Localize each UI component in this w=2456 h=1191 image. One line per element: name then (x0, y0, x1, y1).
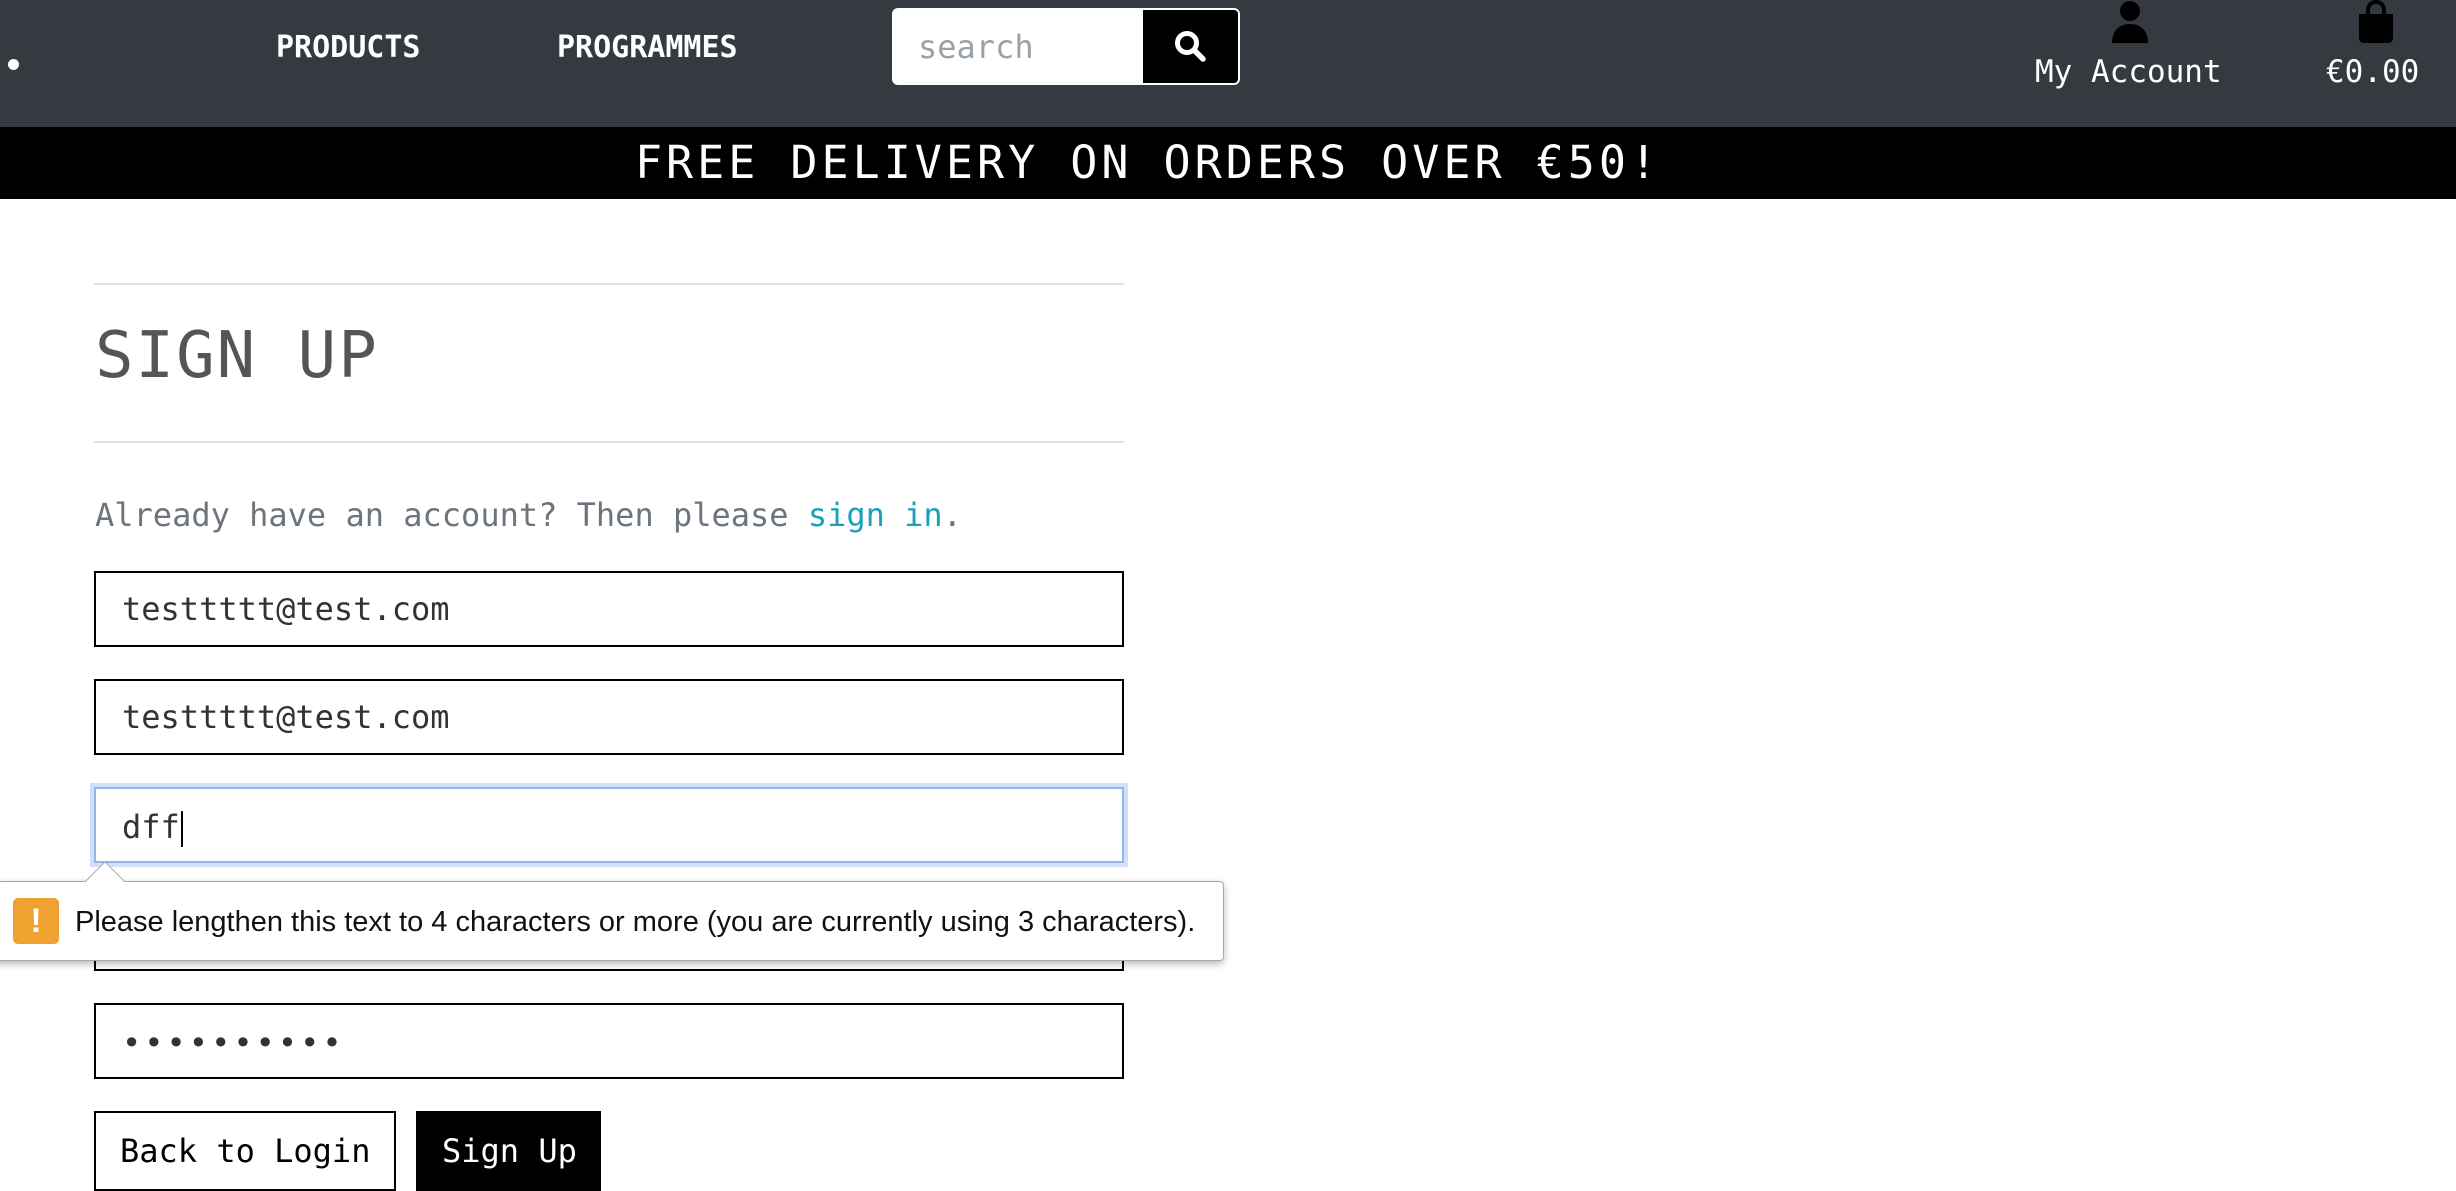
nav-link-products[interactable]: PRODUCTS (276, 28, 421, 68)
username-field-value: dff (122, 807, 183, 847)
title-divider-top (94, 283, 1124, 285)
text-caret (180, 811, 183, 847)
page-title: SIGN UP (95, 319, 379, 393)
sign-up-button[interactable]: Sign Up (416, 1111, 601, 1191)
validation-tooltip: ! Please lengthen this text to 4 charact… (0, 861, 1224, 961)
email-confirm-field[interactable] (94, 679, 1124, 755)
signin-prompt-suffix: . (942, 496, 962, 534)
signin-prompt-text: Already have an account? Then please (95, 496, 808, 534)
title-divider-bottom (94, 441, 1124, 443)
shopping-bag-icon (2359, 0, 2393, 43)
tooltip-arrow (85, 861, 125, 901)
search-form (892, 8, 1240, 85)
nav-bullet-dot (8, 59, 19, 70)
my-account-menu[interactable]: My Account (2020, 0, 2240, 100)
validation-message: Please lengthen this text to 4 character… (75, 906, 1196, 938)
back-to-login-button[interactable]: Back to Login (94, 1111, 396, 1191)
search-input[interactable] (894, 10, 1143, 83)
signin-link[interactable]: sign in (808, 496, 943, 534)
search-icon (1175, 31, 1206, 62)
password-confirm-mask: •••••••••• (122, 1024, 345, 1062)
cart-total: €0.00 (2326, 54, 2420, 90)
username-field[interactable]: dff (94, 787, 1124, 863)
my-account-label: My Account (2035, 54, 2222, 90)
nav-link-programmes[interactable]: PROGRAMMES (557, 28, 738, 68)
password-confirm-field[interactable]: •••••••••• (94, 1003, 1124, 1079)
email-field[interactable] (94, 571, 1124, 647)
delivery-banner-text: FREE DELIVERY ON ORDERS OVER €50! (634, 136, 1662, 189)
user-icon (2112, 1, 2148, 43)
signin-prompt: Already have an account? Then please sig… (95, 495, 962, 535)
delivery-banner: FREE DELIVERY ON ORDERS OVER €50! (0, 127, 2456, 199)
main-navbar: PRODUCTS PROGRAMMES My Account €0.00 (0, 0, 2456, 127)
search-button[interactable] (1143, 10, 1238, 83)
shopping-cart[interactable]: €0.00 (2316, 0, 2456, 100)
warning-icon: ! (13, 898, 59, 944)
